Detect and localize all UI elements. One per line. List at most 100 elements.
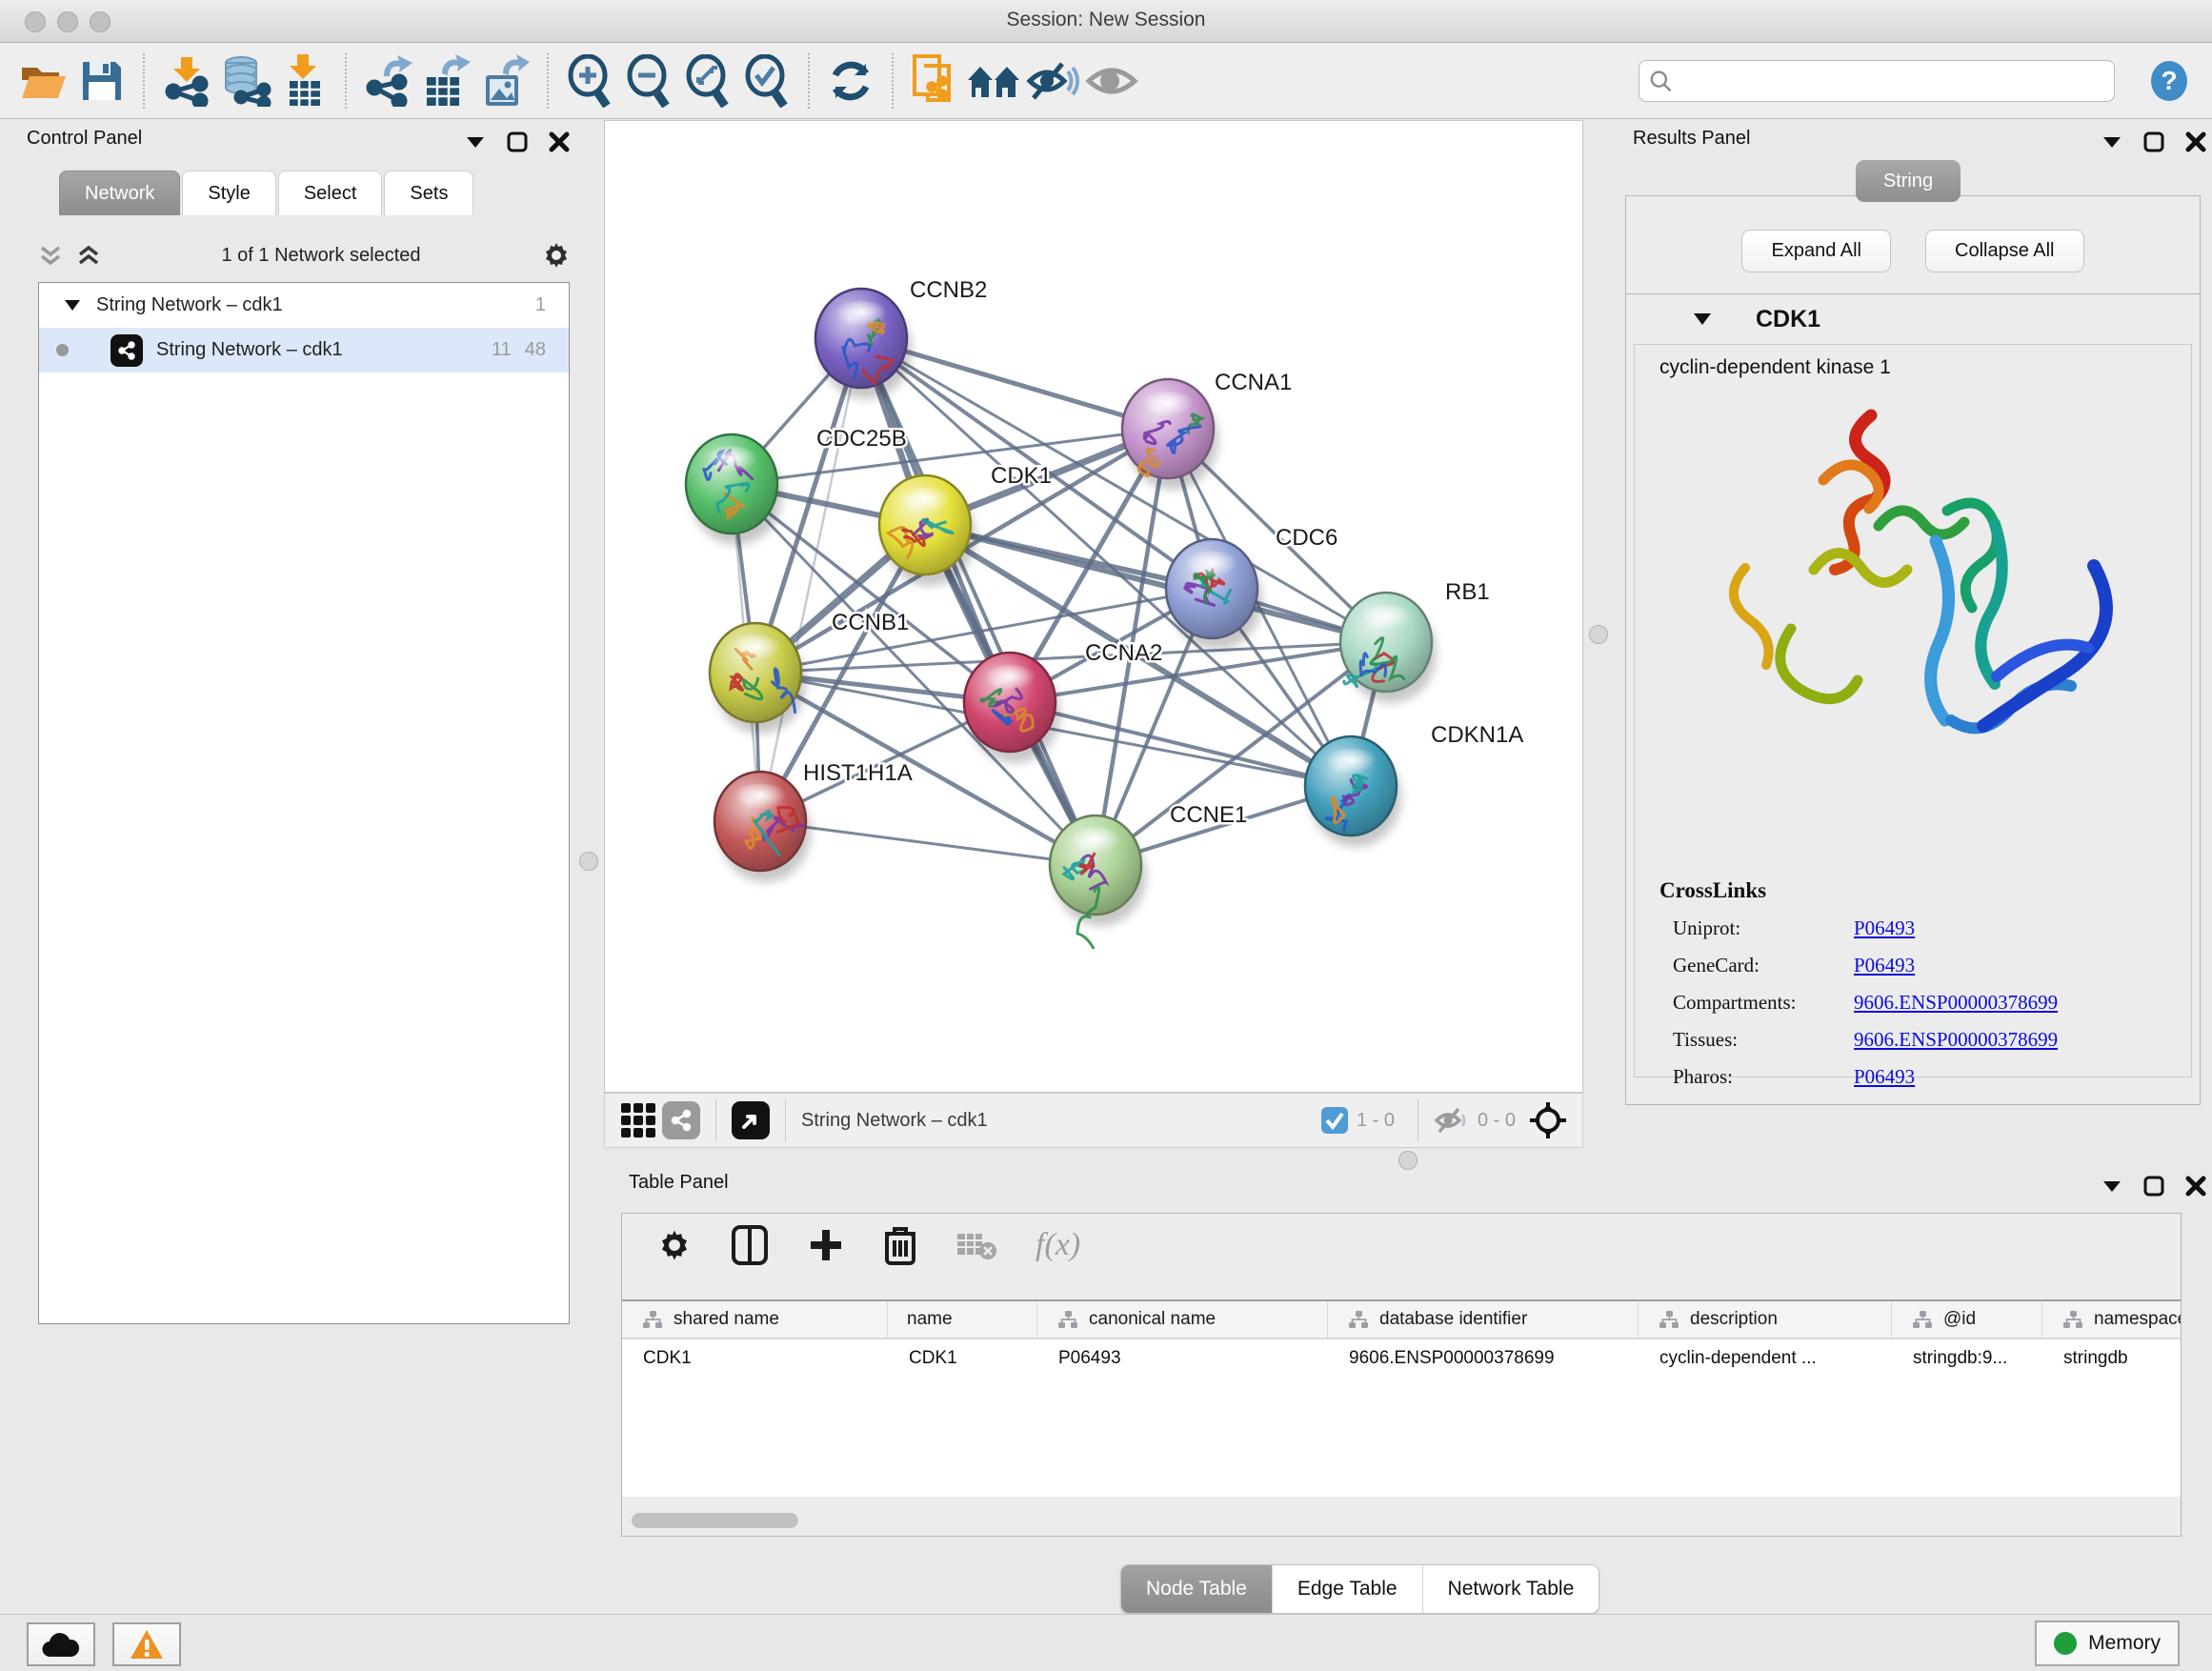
help-button[interactable]: ? [2140,50,2199,111]
export-table-button[interactable] [417,50,476,111]
collapse-all-button[interactable]: Collapse All [1925,230,2084,272]
column-header-namespace[interactable]: namespace [2042,1301,2181,1338]
cell[interactable]: CDK1 [888,1348,1037,1369]
node-HIST1H1A[interactable] [714,772,811,882]
function-builder-button[interactable]: f(x) [1036,1227,1080,1263]
table-options-gear-icon[interactable] [656,1227,693,1263]
crosslink-link[interactable]: P06493 [1854,916,1915,940]
cell[interactable]: CDK1 [622,1348,888,1369]
node-CCNA2[interactable] [964,653,1060,763]
birdseye-grid-button[interactable] [614,1097,662,1144]
scrollbar-thumb[interactable] [632,1513,798,1528]
column-header-name[interactable]: name [888,1301,1037,1338]
search-field[interactable] [1639,60,2115,102]
close-panel-icon[interactable] [2185,1176,2206,1197]
node-CCNE1[interactable] [1050,815,1146,948]
column-header-description[interactable]: description [1639,1301,1892,1338]
collapse-all-tree-icon[interactable] [76,243,101,268]
tab-network-table[interactable]: Network Table [1423,1565,1599,1613]
node-CDC6[interactable] [1166,539,1262,650]
cloud-status-button[interactable] [27,1622,95,1666]
cell[interactable]: cyclin-dependent ... [1639,1348,1892,1369]
import-network-button[interactable] [156,50,215,111]
cell[interactable]: P06493 [1037,1348,1328,1369]
network-collection-row[interactable]: String Network – cdk1 1 [39,283,569,328]
delete-table-icon[interactable] [955,1230,997,1260]
zoom-fit-button[interactable] [678,50,737,111]
tab-network[interactable]: Network [59,171,180,215]
fit-selected-button[interactable] [1523,1096,1573,1145]
export-network-button[interactable] [358,50,417,111]
refresh-layout-button[interactable] [821,50,880,111]
export-image-button[interactable] [476,50,535,111]
cell[interactable]: stringdb [2042,1348,2181,1369]
gene-expander-icon[interactable] [1693,312,1712,326]
open-session-button[interactable] [13,50,72,111]
preview-button[interactable] [1082,50,1141,111]
crosslink-link[interactable]: P06493 [1854,954,1915,977]
search-input[interactable] [1672,70,2104,92]
home-button[interactable] [964,50,1023,111]
tab-style[interactable]: Style [182,171,275,215]
cell[interactable]: 9606.ENSP00000378699 [1328,1348,1639,1369]
zoom-selected-button[interactable] [737,50,796,111]
memory-button[interactable]: Memory [2035,1621,2180,1666]
tab-node-table[interactable]: Node Table [1121,1565,1273,1613]
tab-select[interactable]: Select [278,171,383,215]
column-header-database-identifier[interactable]: database identifier [1328,1301,1639,1338]
float-panel-icon[interactable] [507,131,528,152]
column-header-canonical-name[interactable]: canonical name [1037,1301,1328,1338]
table-horizontal-scrollbar[interactable] [622,1511,2181,1530]
network-options-gear-icon[interactable] [541,240,572,271]
node-CDK1[interactable] [879,475,975,586]
crosslink-link[interactable]: P06493 [1854,1065,1915,1089]
edge-CCNB2-HIST1H1A[interactable] [760,338,861,821]
float-panel-icon[interactable] [2143,131,2164,152]
node-CDKN1A[interactable] [1305,736,1401,847]
open-in-browser-button[interactable] [732,1101,770,1139]
add-column-icon[interactable] [807,1226,845,1264]
tab-edge-table[interactable]: Edge Table [1273,1565,1423,1613]
crosslink-link[interactable]: 9606.ENSP00000378699 [1854,991,2058,1015]
collapse-panel-icon[interactable] [2101,1179,2122,1193]
column-header--id[interactable]: @id [1892,1301,2042,1338]
zoom-out-button[interactable] [619,50,678,111]
network-row[interactable]: String Network – cdk1 11 48 [39,328,569,372]
tab-sets[interactable]: Sets [384,171,473,215]
close-panel-icon[interactable] [549,131,570,152]
crosslink-link[interactable]: 9606.ENSP00000378699 [1854,1028,2058,1052]
node-RB1[interactable] [1340,593,1437,703]
hidden-eye-icon[interactable] [1434,1106,1470,1135]
bottom-splitter-handle[interactable] [1398,1151,1418,1170]
node-CCNA1[interactable] [1122,379,1218,490]
table-row[interactable]: CDK1CDK1P064939606.ENSP00000378699cyclin… [622,1339,2181,1378]
close-panel-icon[interactable] [2185,131,2206,152]
network-canvas[interactable]: CCNB2CCNA1CDC25BCDK1CDC6RB1CCNB1CCNA2CDK… [604,120,1583,1093]
string-view-button[interactable] [662,1101,700,1139]
collapse-panel-icon[interactable] [2101,135,2122,149]
import-table-button[interactable] [274,50,333,111]
left-splitter-handle[interactable] [579,852,598,871]
show-hide-panels-button[interactable] [1023,50,1082,111]
tree-expander-icon[interactable] [64,299,81,312]
cell[interactable]: stringdb:9... [1892,1348,2042,1369]
edge-CCNB2-CCNE1[interactable] [861,338,1096,865]
node-CCNB2[interactable] [815,289,912,399]
node-CDC25B[interactable] [686,434,782,545]
import-database-button[interactable] [215,50,274,111]
float-panel-icon[interactable] [2143,1176,2164,1197]
delete-column-icon[interactable] [883,1224,917,1266]
warnings-button[interactable] [112,1622,181,1666]
tab-string-results[interactable]: String [1856,160,1961,202]
duplicate-network-button[interactable] [905,50,964,111]
selected-checkbox-icon[interactable] [1320,1106,1349,1135]
column-header-shared-name[interactable]: shared name [622,1301,888,1338]
save-session-button[interactable] [72,50,131,111]
collapse-panel-icon[interactable] [465,135,486,149]
edge-HIST1H1A-CCNE1[interactable] [760,821,1096,865]
gene-card-header[interactable]: CDK1 [1626,294,2200,344]
expand-all-tree-icon[interactable] [38,243,63,268]
network-graph[interactable]: CCNB2CCNA1CDC25BCDK1CDC6RB1CCNB1CCNA2CDK… [605,121,1582,1092]
right-splitter-handle[interactable] [1589,625,1608,644]
expand-all-button[interactable]: Expand All [1741,230,1891,272]
